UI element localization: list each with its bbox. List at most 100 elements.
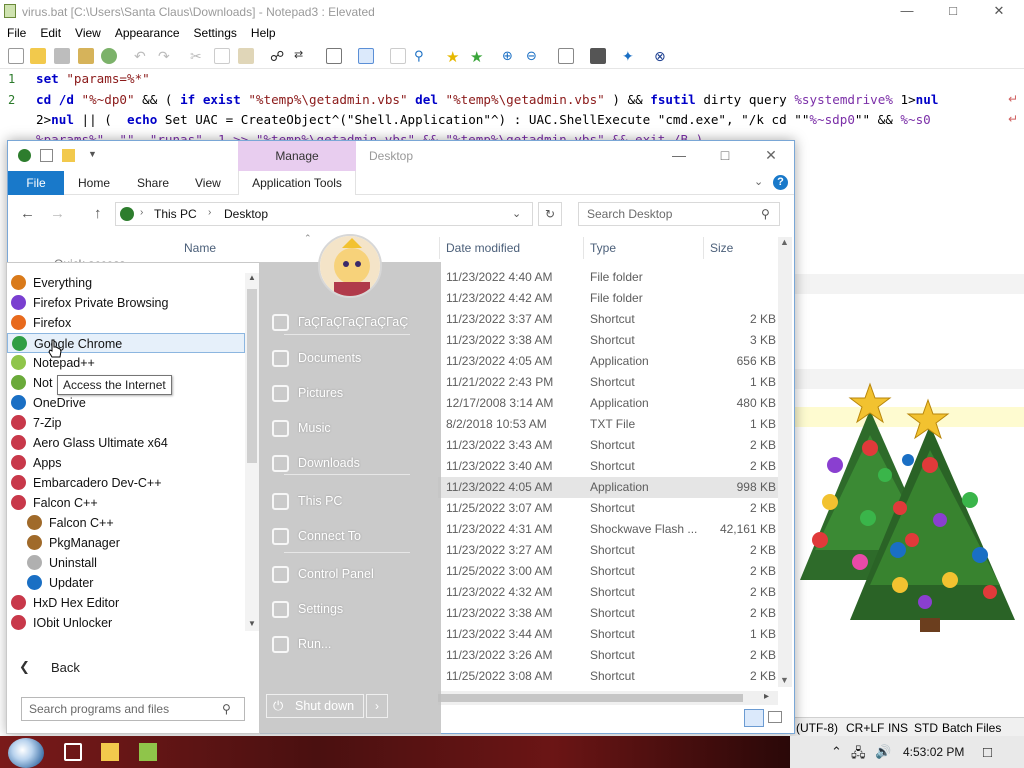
address-history-chevron-icon[interactable]: ⌄	[512, 207, 521, 220]
scroll-thumb[interactable]	[438, 694, 743, 702]
refresh-icon[interactable]: ↻	[538, 202, 562, 226]
shut-down-options-chevron-icon[interactable]: ›	[366, 694, 388, 718]
table-row[interactable]: 11/23/2022 4:05 AM Application 998 KB	[438, 477, 778, 498]
program-item[interactable]: Updater	[7, 573, 245, 593]
table-row[interactable]: 11/23/2022 4:40 AM File folder	[438, 267, 778, 288]
table-row[interactable]: 11/23/2022 3:40 AM Shortcut 2 KB	[438, 456, 778, 477]
zoom-in-icon[interactable]: ⊕	[502, 48, 518, 64]
expand-ribbon-icon[interactable]: ⌄	[754, 175, 763, 188]
address-bar[interactable]: › This PC › Desktop ⌄	[115, 202, 533, 226]
explorer-close-button[interactable]: ✕	[748, 141, 794, 171]
program-item[interactable]: Apps	[7, 453, 245, 473]
program-item[interactable]: Embarcadero Dev-C++	[7, 473, 245, 493]
breadcrumb-this-pc[interactable]: This PC	[154, 207, 197, 221]
zoom-find-icon[interactable]: ⚲	[414, 48, 430, 64]
notepad-title-bar[interactable]: virus.bat [C:\Users\Santa Claus\Download…	[0, 0, 1024, 23]
table-row[interactable]: 11/23/2022 3:38 AM Shortcut 3 KB	[438, 330, 778, 351]
save-as-icon[interactable]	[78, 48, 94, 64]
forward-arrow-icon[interactable]: →	[50, 205, 65, 222]
add-favorite-icon[interactable]: ★	[470, 48, 486, 66]
program-item[interactable]: Falcon C++	[7, 513, 245, 533]
tab-manage[interactable]: Manage	[238, 141, 356, 171]
taskbar-clock[interactable]: 4:53:02 PM	[903, 745, 964, 759]
program-item[interactable]: Falcon C++	[7, 493, 245, 513]
search-desktop-input[interactable]: Search Desktop ⚲	[578, 202, 780, 226]
customize-quick-access-icon[interactable]: ▼	[88, 149, 101, 162]
paste-icon[interactable]	[238, 48, 254, 64]
large-icons-view-icon[interactable]	[768, 711, 782, 723]
explorer-maximize-button[interactable]: □	[702, 141, 748, 171]
table-row[interactable]: 11/21/2022 2:43 PM Shortcut 1 KB	[438, 372, 778, 393]
status-std[interactable]: STD	[914, 721, 938, 735]
program-item[interactable]: PkgManager	[7, 533, 245, 553]
explorer-minimize-button[interactable]: —	[656, 141, 702, 171]
column-size[interactable]: Size	[710, 241, 733, 255]
table-row[interactable]: 11/23/2022 3:27 AM Shortcut 2 KB	[438, 540, 778, 561]
breadcrumb-desktop[interactable]: Desktop	[224, 207, 268, 221]
new-file-icon[interactable]	[8, 48, 24, 64]
notepad3-taskbar-icon[interactable]	[139, 743, 157, 761]
start-orb-button[interactable]	[8, 738, 44, 768]
table-row[interactable]: 11/23/2022 4:42 AM File folder	[438, 288, 778, 309]
start-place-item[interactable]: Downloads	[272, 453, 437, 475]
tab-view[interactable]: View	[195, 171, 221, 195]
scroll-thumb[interactable]	[247, 289, 257, 463]
properties-icon[interactable]	[40, 149, 53, 162]
maximize-button[interactable]: □	[930, 0, 976, 23]
help-icon[interactable]: ?	[773, 175, 788, 190]
program-item[interactable]: IObit Unlocker	[7, 613, 245, 633]
program-item[interactable]: Aero Glass Ultimate x64	[7, 433, 245, 453]
status-ins[interactable]: INS	[888, 721, 908, 735]
program-item[interactable]: Firefox	[7, 313, 245, 333]
redo-icon[interactable]: ↷	[158, 48, 174, 64]
close-button[interactable]: ✕	[976, 0, 1022, 23]
zoom-out-icon[interactable]: ⊖	[526, 48, 542, 64]
volume-icon[interactable]: 🔊	[875, 744, 891, 760]
shut-down-button[interactable]: ⏻ Shut down	[266, 694, 364, 718]
word-wrap-icon[interactable]	[358, 48, 374, 64]
file-explorer-taskbar-icon[interactable]	[101, 743, 119, 761]
print-icon[interactable]	[590, 48, 606, 64]
table-row[interactable]: 11/23/2022 3:37 AM Shortcut 2 KB	[438, 309, 778, 330]
find-icon[interactable]: ☍	[270, 48, 286, 64]
column-name[interactable]: Name	[184, 241, 216, 255]
cut-icon[interactable]: ✂	[190, 48, 206, 64]
network-icon[interactable]: 🖧	[851, 744, 866, 766]
menu-edit[interactable]: Edit	[33, 23, 68, 43]
replace-icon[interactable]: ⇄	[294, 48, 310, 64]
long-line-icon[interactable]	[390, 48, 406, 64]
program-item[interactable]: Uninstall	[7, 553, 245, 573]
program-item[interactable]: Everything	[7, 273, 245, 293]
table-row[interactable]: 11/25/2022 3:07 AM Shortcut 2 KB	[438, 498, 778, 519]
table-row[interactable]: 12/17/2008 3:14 AM Application 480 KB	[438, 393, 778, 414]
copy-icon[interactable]	[214, 48, 230, 64]
start-place-item[interactable]: This PC	[272, 491, 437, 513]
column-date-modified[interactable]: Date modified	[446, 241, 520, 255]
programs-scrollbar[interactable]: ▲ ▼	[245, 273, 259, 631]
start-place-item[interactable]: Connect To	[272, 526, 437, 548]
search-programs-input[interactable]: Search programs and files ⚲	[21, 697, 245, 721]
table-row[interactable]: 11/23/2022 3:43 AM Shortcut 2 KB	[438, 435, 778, 456]
tab-share[interactable]: Share	[137, 171, 169, 195]
open-folder-icon[interactable]	[30, 48, 46, 64]
menu-file[interactable]: File	[0, 23, 33, 43]
menu-appearance[interactable]: Appearance	[108, 23, 187, 43]
table-row[interactable]: 11/23/2022 4:05 AM Application 656 KB	[438, 351, 778, 372]
menu-help[interactable]: Help	[244, 23, 283, 43]
table-row[interactable]: 11/23/2022 3:38 AM Shortcut 2 KB	[438, 603, 778, 624]
menu-view[interactable]: View	[68, 23, 108, 43]
column-type[interactable]: Type	[590, 241, 616, 255]
program-item[interactable]: OneDrive	[7, 393, 245, 413]
scroll-up-icon[interactable]: ▲	[248, 273, 256, 282]
program-item[interactable]: Firefox Private Browsing	[7, 293, 245, 313]
favorite-star-icon[interactable]: ★	[446, 48, 462, 66]
start-place-item[interactable]: Run...	[272, 634, 437, 656]
program-item[interactable]: Google Chrome	[7, 333, 245, 353]
page-setup-icon[interactable]	[558, 48, 574, 64]
undo-icon[interactable]: ↶	[134, 48, 150, 64]
status-lexer[interactable]: Batch Files	[942, 721, 1001, 735]
start-place-item[interactable]: Settings	[272, 599, 437, 621]
table-row[interactable]: 8/2/2018 10:53 AM TXT File 1 KB	[438, 414, 778, 435]
goto-icon[interactable]	[326, 48, 342, 64]
table-row[interactable]: 11/23/2022 3:44 AM Shortcut 1 KB	[438, 624, 778, 645]
